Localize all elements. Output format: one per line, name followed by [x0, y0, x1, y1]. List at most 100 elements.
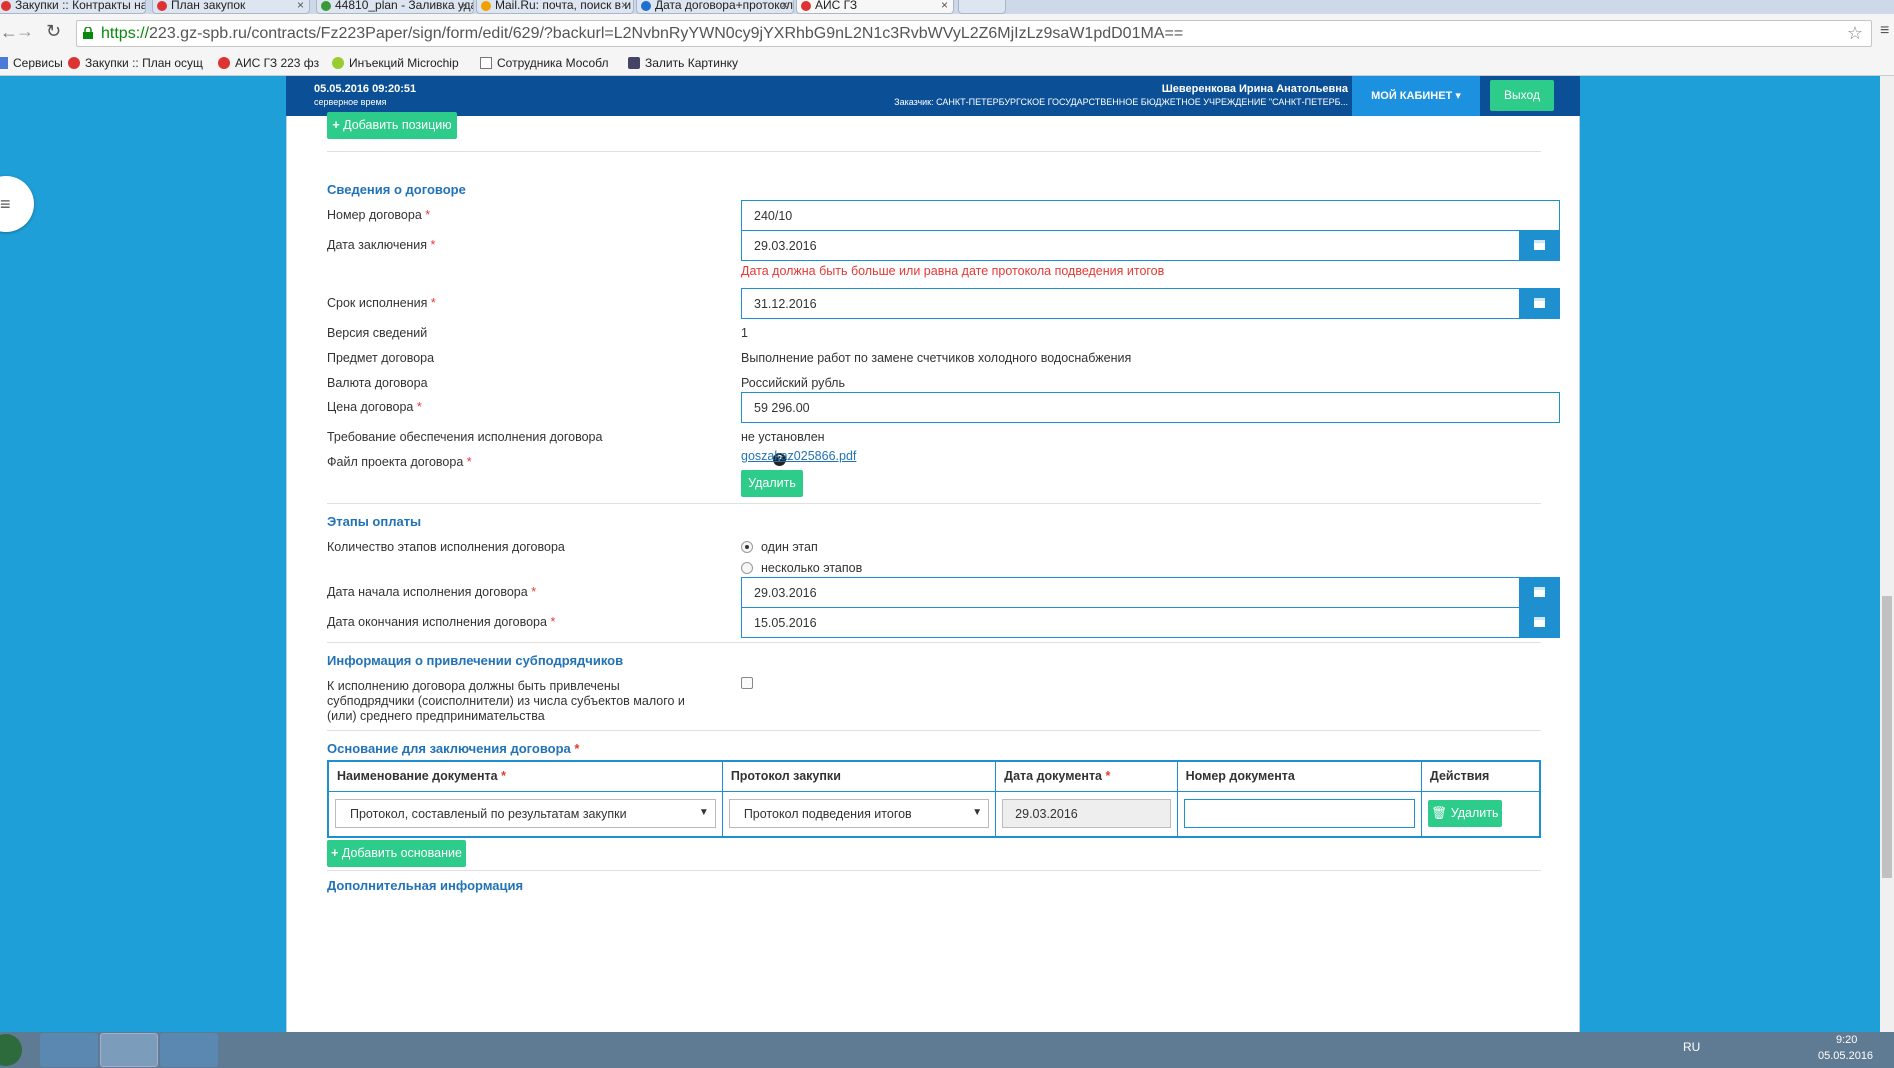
add-basis-button[interactable]: + Добавить основание — [327, 840, 466, 867]
start-button[interactable] — [0, 1034, 22, 1066]
favicon-icon — [321, 1, 331, 11]
calendar-button[interactable] — [1519, 230, 1560, 261]
page-scrollbar[interactable] — [1880, 76, 1894, 1032]
execution-term-input[interactable]: 31.12.2016 — [741, 288, 1520, 319]
radio-one-stage-label[interactable]: один этап — [761, 540, 818, 554]
site-header: 05.05.2016 09:20:51 серверное время Шеве… — [286, 76, 1580, 116]
bookmark-item[interactable]: Закупки :: План осущ — [68, 56, 203, 70]
calendar-button[interactable] — [1519, 607, 1560, 638]
media-player-icon[interactable] — [160, 1033, 218, 1067]
browser-tab-active[interactable]: АИС ГЗ × — [796, 0, 954, 14]
doc-name-select[interactable]: Протокол, составленый по результатам зак… — [335, 799, 716, 829]
browser-tab[interactable]: Закупки :: Контракты на — [0, 0, 146, 14]
column-header: Действия — [1421, 761, 1541, 792]
protocol-select[interactable]: Протокол подведения итогов ▼ — [728, 799, 990, 829]
bookmark-item[interactable]: Сотрудника Мособл — [480, 56, 609, 70]
security-requirement-label: Требование обеспечения исполнения догово… — [327, 430, 603, 444]
price-label: Цена договора * — [327, 400, 422, 414]
calendar-button[interactable] — [1519, 577, 1560, 608]
contract-number-input[interactable]: 240/10 — [741, 200, 1560, 231]
url-text: https://223.gz-spb.ru/contracts/Fz223Pap… — [101, 25, 1184, 42]
end-date-input[interactable]: 15.05.2016 — [741, 607, 1520, 638]
currency-value: Российский рубль — [741, 376, 845, 390]
browser-tab[interactable]: 44810_plan - Заливка уда × — [316, 0, 474, 14]
start-date-input[interactable]: 29.03.2016 — [741, 577, 1520, 608]
bookmark-item[interactable]: Залить Картинку — [628, 56, 738, 70]
divider — [327, 870, 1541, 871]
internet-explorer-icon[interactable] — [40, 1033, 98, 1067]
close-tab-icon[interactable]: × — [461, 0, 468, 11]
add-position-button[interactable]: + Добавить позицию — [327, 112, 457, 139]
logout-button[interactable]: Выход — [1490, 80, 1554, 111]
reload-icon[interactable]: ↻ — [46, 21, 61, 42]
section-title-additional: Дополнительная информация — [327, 878, 524, 893]
bookmark-item[interactable]: АИС ГЗ 223 фз — [218, 56, 319, 70]
price-input[interactable]: 59 296.00 — [741, 392, 1560, 423]
calendar-icon — [1534, 298, 1545, 308]
favicon-icon — [481, 1, 491, 11]
column-header: Дата документа * — [995, 761, 1178, 792]
subcontractors-text: К исполнению договора должны быть привле… — [327, 679, 620, 693]
chrome-icon[interactable] — [100, 1033, 158, 1067]
my-cabinet-button[interactable]: МОЙ КАБИНЕТ ▾ — [1352, 76, 1480, 116]
conclusion-date-label: Дата заключения * — [327, 238, 436, 252]
subcontractors-checkbox[interactable] — [741, 677, 753, 689]
bookmark-star-icon[interactable]: ☆ — [1847, 23, 1863, 44]
bookmarks-bar: Сервисы Закупки :: План осущ АИС ГЗ 223 … — [0, 52, 1894, 76]
dropdown-arrow-icon: ▼ — [972, 807, 983, 819]
delete-file-button[interactable]: Удалить — [741, 470, 803, 497]
basis-table: Наименование документа * Протокол закупк… — [327, 760, 1541, 838]
delete-basis-button[interactable]: 🗑 Удалить — [1427, 800, 1502, 828]
contract-number-label: Номер договора * — [327, 208, 431, 222]
doc-date-cell: 29.03.2016 — [995, 791, 1178, 837]
favicon-icon — [1, 1, 11, 11]
bookmark-item[interactable]: Инъекций Microchip — [332, 56, 459, 70]
trash-icon: 🗑 — [1431, 806, 1448, 821]
doc-name-cell: Протокол, составленый по результатам зак… — [328, 791, 723, 837]
close-tab-icon[interactable]: × — [621, 0, 628, 11]
stages-count-label: Количество этапов исполнения договора — [327, 540, 565, 554]
hamburger-icon: ≡ — [0, 194, 11, 214]
url-input[interactable]: https://223.gz-spb.ru/contracts/Fz223Pap… — [76, 20, 1872, 47]
section-title-contract: Сведения о договоре — [327, 182, 466, 197]
calendar-button[interactable] — [1519, 288, 1560, 319]
doc-date-field: 29.03.2016 — [1002, 799, 1171, 829]
close-tab-icon[interactable]: × — [781, 0, 788, 11]
dropdown-arrow-icon: ▼ — [698, 807, 709, 819]
bookmark-item[interactable]: Сервисы — [0, 56, 63, 70]
favicon-icon — [68, 57, 80, 69]
language-indicator[interactable]: RU — [1683, 1040, 1700, 1054]
radio-several-stages[interactable] — [741, 562, 753, 574]
security-requirement-value: не установлен — [741, 430, 825, 444]
windows-taskbar: RU 9:20 05.05.2016 — [0, 1032, 1894, 1068]
new-tab-button[interactable] — [958, 0, 1006, 14]
close-tab-icon[interactable]: × — [297, 0, 304, 11]
clock-date[interactable]: 05.05.2016 — [1818, 1050, 1873, 1062]
calendar-icon — [1534, 240, 1545, 250]
column-header: Номер документа — [1177, 761, 1422, 792]
browser-tab[interactable]: Mail.Ru: почта, поиск в и × — [476, 0, 634, 14]
conclusion-date-input[interactable]: 29.03.2016 — [741, 230, 1520, 261]
favicon-icon — [218, 57, 230, 69]
calendar-icon — [1534, 617, 1545, 627]
back-icon[interactable]: ← — [0, 22, 18, 43]
form-panel: + Добавить позицию Сведения о договоре Н… — [286, 112, 1580, 1032]
clock-time[interactable]: 9:20 — [1836, 1034, 1857, 1046]
radio-one-stage[interactable] — [741, 541, 753, 553]
browser-tab[interactable]: Дата договора+протокол × — [636, 0, 794, 14]
plus-icon: + — [331, 846, 342, 860]
project-file-link[interactable]: goszakaz025866.pdf — [741, 449, 856, 463]
side-menu-toggle[interactable]: ≡ — [0, 176, 34, 232]
browser-menu-icon[interactable]: ≡ — [1880, 22, 1889, 40]
radio-several-stages-label[interactable]: несколько этапов — [761, 561, 862, 575]
page-viewport: ≡ 05.05.2016 09:20:51 серверное время Ше… — [0, 76, 1894, 1032]
page-icon — [480, 57, 492, 69]
forward-icon[interactable]: → — [16, 21, 34, 42]
calendar-icon — [1534, 587, 1545, 597]
favicon-icon — [332, 57, 344, 69]
close-tab-icon[interactable]: × — [941, 0, 948, 11]
doc-number-input[interactable] — [1183, 799, 1415, 829]
browser-tab[interactable]: План закупок × — [152, 0, 310, 14]
scrollbar-thumb[interactable] — [1882, 596, 1892, 878]
divider — [327, 730, 1541, 731]
